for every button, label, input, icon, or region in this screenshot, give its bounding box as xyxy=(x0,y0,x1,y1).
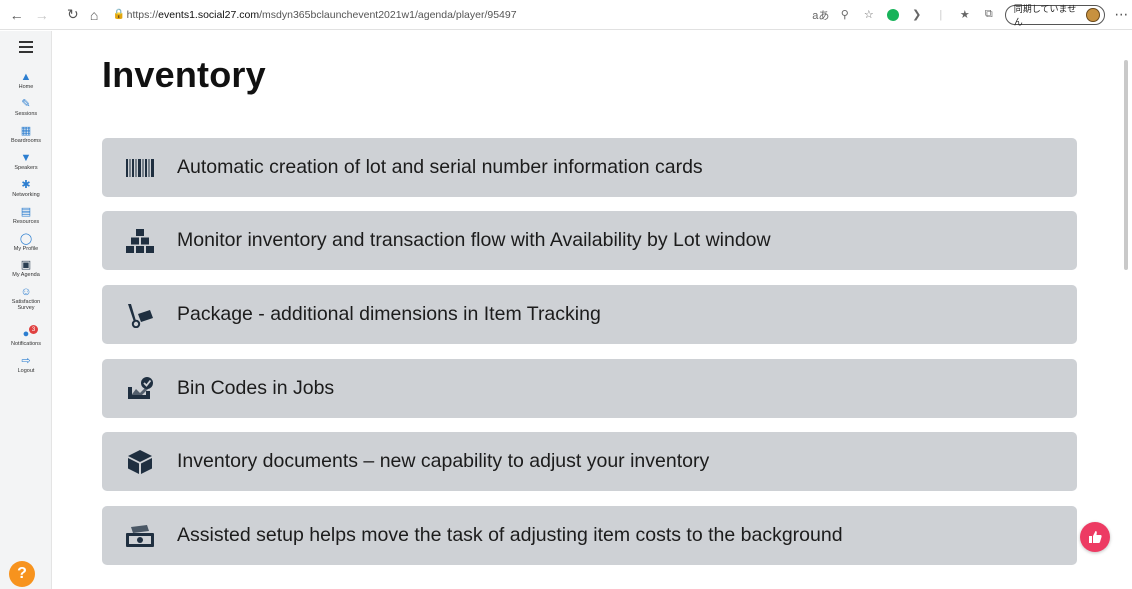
sidebar-item-logout[interactable]: ⇨ Logout xyxy=(0,355,52,374)
sidebar-item-label: Satisfaction Survey xyxy=(11,299,41,312)
extension-green-icon[interactable] xyxy=(883,5,903,25)
barcode-icon xyxy=(102,138,177,197)
sidebar-item-label: Networking xyxy=(12,192,40,198)
lock-icon: 🔒 xyxy=(112,9,126,20)
extension-arrow-icon[interactable]: ❯ xyxy=(907,5,927,25)
feature-card-text: Package - additional dimensions in Item … xyxy=(177,303,601,325)
sidebar-item-label: Notifications xyxy=(11,341,41,347)
zoom-icon[interactable]: ⚲ xyxy=(835,5,855,25)
speaker-icon: ▼ xyxy=(20,151,32,164)
sidebar-item-label: Speakers xyxy=(14,165,38,171)
feature-card-lot-serial[interactable]: Automatic creation of lot and serial num… xyxy=(102,138,1077,197)
feature-card-bin-codes[interactable]: Bin Codes in Jobs xyxy=(102,359,1077,418)
help-button[interactable]: ? xyxy=(9,561,35,587)
calendar-icon: ▣ xyxy=(20,258,32,271)
notification-count-badge: 3 xyxy=(29,325,38,334)
feature-card-package-dimensions[interactable]: Package - additional dimensions in Item … xyxy=(102,285,1077,344)
like-button[interactable] xyxy=(1080,522,1110,552)
sidebar-item-my-profile[interactable]: ◯ My Profile xyxy=(0,233,52,252)
url-host: events1.social27.com xyxy=(158,8,260,21)
browser-extensions: aあ ⚲ ☆ ❯ | ★ ⧉ xyxy=(811,5,999,25)
collections-icon[interactable]: ⧉ xyxy=(979,5,999,25)
bin-check-icon xyxy=(102,359,177,418)
sidebar-item-label: Boardrooms xyxy=(11,138,41,144)
feature-card-text: Inventory documents – new capability to … xyxy=(177,450,710,472)
sidebar-item-boardrooms[interactable]: ▦ Boardrooms xyxy=(0,125,52,144)
left-rail: ▲ Home ✎ Sessions ▦ Boardrooms ▼ Speaker… xyxy=(0,31,52,589)
url-path: /msdyn365bclaunchevent2021w1/agenda/play… xyxy=(259,8,517,21)
boxes-icon xyxy=(102,211,177,270)
feature-card-text: Automatic creation of lot and serial num… xyxy=(177,156,703,178)
boardroom-icon: ▦ xyxy=(20,124,32,137)
forward-icon[interactable]: → xyxy=(31,4,52,26)
sidebar-item-label: My Agenda xyxy=(12,272,40,278)
sidebar-item-label: Sessions xyxy=(14,111,38,117)
thumbs-up-icon xyxy=(1089,531,1102,543)
avatar xyxy=(1086,7,1100,22)
box-icon xyxy=(102,432,177,491)
pencil-icon: ✎ xyxy=(21,97,31,110)
profile-sync-button[interactable]: 同期していません xyxy=(1004,3,1105,27)
feature-card-text: Assisted setup helps move the task of ad… xyxy=(177,524,843,546)
sync-status-label: 同期していません xyxy=(1013,3,1077,27)
sidebar-item-notifications[interactable]: ● 3 Notifications xyxy=(0,325,52,347)
scrollbar[interactable] xyxy=(1124,60,1128,270)
browser-toolbar: ← → ↻ ⌂ 🔒 https://events1.social27.com/m… xyxy=(0,0,1132,30)
feature-card-inventory-documents[interactable]: Inventory documents – new capability to … xyxy=(102,432,1077,491)
address-bar[interactable]: 🔒 https://events1.social27.com/msdyn365b… xyxy=(113,4,791,26)
home-browser-icon[interactable]: ⌂ xyxy=(83,4,104,26)
sidebar-item-my-agenda[interactable]: ▣ My Agenda xyxy=(0,259,52,278)
sidebar-item-satisfaction-survey[interactable]: ☺ Satisfaction Survey xyxy=(0,286,52,312)
survey-icon: ☺ xyxy=(20,285,32,298)
url-prefix: https:// xyxy=(126,8,159,21)
logout-icon: ⇨ xyxy=(21,354,31,367)
sidebar-item-label: My Profile xyxy=(13,246,39,252)
profile-icon: ◯ xyxy=(19,232,33,245)
refresh-icon[interactable]: ↻ xyxy=(62,4,83,26)
feature-card-text: Bin Codes in Jobs xyxy=(177,377,335,399)
sidebar-item-home[interactable]: ▲ Home xyxy=(0,71,52,90)
sidebar-item-label: Home xyxy=(18,84,34,90)
hamburger-menu-icon[interactable] xyxy=(19,41,33,56)
dolly-icon xyxy=(102,285,177,344)
sidebar-item-speakers[interactable]: ▼ Speakers xyxy=(0,152,52,171)
more-menu-icon[interactable]: ⋯ xyxy=(1111,4,1132,26)
network-icon: ✱ xyxy=(21,178,31,191)
read-aloud-icon[interactable]: aあ xyxy=(811,5,831,25)
sidebar-item-label: Logout xyxy=(17,368,35,374)
sidebar-item-sessions[interactable]: ✎ Sessions xyxy=(0,98,52,117)
feature-card-assisted-setup[interactable]: Assisted setup helps move the task of ad… xyxy=(102,506,1077,565)
resources-icon: ▤ xyxy=(20,205,32,218)
feature-card-text: Monitor inventory and transaction flow w… xyxy=(177,229,771,251)
sidebar-item-networking[interactable]: ✱ Networking xyxy=(0,179,52,198)
feature-card-availability-by-lot[interactable]: Monitor inventory and transaction flow w… xyxy=(102,211,1077,270)
money-icon xyxy=(102,506,177,565)
home-icon: ▲ xyxy=(20,70,32,83)
page-title: Inventory xyxy=(102,54,266,95)
sidebar-item-resources[interactable]: ▤ Resources xyxy=(0,206,52,225)
add-favorite-icon[interactable]: ☆ xyxy=(859,5,879,25)
favorites-icon[interactable]: ★ xyxy=(955,5,975,25)
divider: | xyxy=(939,8,943,21)
sidebar-item-label: Resources xyxy=(12,219,40,225)
back-icon[interactable]: ← xyxy=(6,4,27,26)
